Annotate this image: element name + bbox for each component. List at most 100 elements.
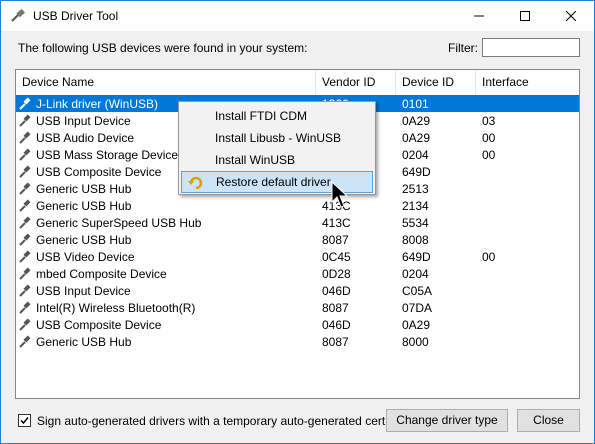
device-name-cell: USB Composite Device [16, 318, 316, 332]
table-row[interactable]: USB Input Device 046D C05A [16, 282, 579, 299]
column-interface[interactable]: Interface [476, 70, 576, 94]
device-id-cell: 5534 [402, 215, 429, 230]
usb-plug-icon [19, 216, 31, 229]
filter-input[interactable] [482, 38, 580, 57]
minimize-button[interactable] [456, 1, 502, 31]
device-name-cell: Generic USB Hub [16, 335, 316, 349]
list-header: Device Name Vendor ID Device ID Interfac… [16, 70, 579, 94]
device-name: Generic USB Hub [36, 181, 132, 196]
device-name-cell: Generic USB Hub [16, 199, 316, 213]
main-window: USB Driver Tool The following USB device… [0, 0, 595, 444]
device-name-cell: Intel(R) Wireless Bluetooth(R) [16, 301, 316, 315]
title-bar[interactable]: USB Driver Tool [1, 1, 594, 31]
mouse-cursor-icon [331, 181, 349, 208]
device-id-cell: 649D [402, 249, 431, 264]
device-name: Generic USB Hub [36, 232, 132, 247]
table-row[interactable]: Generic USB Hub 8087 8000 [16, 333, 579, 350]
table-row[interactable]: USB Composite Device 046D 0A29 [16, 316, 579, 333]
usb-plug-icon [19, 233, 31, 246]
usb-plug-icon [19, 267, 31, 280]
table-row[interactable]: mbed Composite Device 0D28 0204 [16, 265, 579, 282]
device-name: USB Composite Device [36, 164, 162, 179]
vendor-id-cell: 413C [322, 215, 351, 230]
filter-label: Filter: [448, 41, 478, 55]
vendor-id-cell: 413C [322, 198, 351, 213]
usb-plug-icon [19, 131, 31, 144]
usb-plug-icon [19, 165, 31, 178]
undo-icon [188, 176, 203, 189]
usb-plug-icon [19, 301, 31, 314]
device-name-cell: USB Video Device [16, 250, 316, 264]
sign-drivers-label[interactable]: Sign auto-generated drivers with a tempo… [37, 414, 417, 428]
change-driver-type-button[interactable]: Change driver type [386, 409, 508, 432]
menu-item-install-libusb-winusb[interactable]: Install Libusb - WinUSB [181, 127, 373, 149]
table-row[interactable]: Generic USB Hub 8087 8008 [16, 231, 579, 248]
device-id-cell: 0A29 [402, 130, 431, 145]
device-id-cell: 0101 [402, 96, 429, 111]
device-name: Generic USB Hub [36, 334, 132, 349]
vendor-id-cell: 0C45 [322, 249, 351, 264]
device-id-cell: 8008 [402, 232, 429, 247]
device-name: USB Video Device [36, 249, 135, 264]
column-device-id[interactable]: Device ID [396, 70, 476, 94]
menu-item-label: Install WinUSB [215, 153, 296, 167]
table-row[interactable]: Generic SuperSpeed USB Hub 413C 5534 [16, 214, 579, 231]
minimize-icon [474, 15, 484, 17]
usb-plug-icon [19, 97, 31, 110]
menu-item-label: Install FTDI CDM [215, 109, 308, 123]
device-id-cell: 649D [402, 164, 431, 179]
column-vendor-id[interactable]: Vendor ID [316, 70, 396, 94]
device-id-cell: C05A [402, 283, 433, 298]
menu-item-install-winusb[interactable]: Install WinUSB [181, 149, 373, 171]
device-id-cell: 2134 [402, 198, 429, 213]
table-row[interactable]: USB Video Device 0C45 649D 00 [16, 248, 579, 265]
device-name: USB Input Device [36, 113, 131, 128]
device-name-cell: mbed Composite Device [16, 267, 316, 281]
usb-plug-icon [19, 318, 31, 331]
device-name-cell: USB Input Device [16, 284, 316, 298]
device-name: USB Mass Storage Device [36, 147, 179, 162]
device-name: mbed Composite Device [36, 266, 167, 281]
vendor-id-cell: 046D [322, 283, 351, 298]
device-id-cell: 8000 [402, 334, 429, 349]
menu-item-label: Install Libusb - WinUSB [215, 131, 342, 145]
usb-plug-icon [19, 148, 31, 161]
device-name-cell: Generic SuperSpeed USB Hub [16, 216, 316, 230]
usb-plug-icon [19, 199, 31, 212]
menu-item-label: Restore default driver [216, 175, 331, 189]
menu-item-install-ftdi-cdm[interactable]: Install FTDI CDM [181, 105, 373, 127]
close-window-button[interactable] [548, 1, 594, 31]
usb-plug-icon [19, 182, 31, 195]
usb-plug-icon [19, 335, 31, 348]
sign-drivers-checkbox[interactable] [18, 414, 31, 427]
device-id-cell: 2513 [402, 181, 429, 196]
device-name: J-Link driver (WinUSB) [36, 96, 159, 111]
usb-plug-icon [11, 9, 25, 22]
usb-plug-icon [19, 114, 31, 127]
device-name: Generic USB Hub [36, 198, 132, 213]
device-name: USB Input Device [36, 283, 131, 298]
interface-cell: 00 [482, 249, 496, 264]
device-name: USB Audio Device [36, 130, 135, 145]
vendor-id-cell: 0D28 [322, 266, 351, 281]
usb-plug-icon [19, 284, 31, 297]
close-button[interactable]: Close [517, 409, 580, 432]
close-icon [566, 11, 576, 21]
window-title: USB Driver Tool [33, 9, 119, 23]
interface-cell: 00 [482, 130, 496, 145]
column-device-name[interactable]: Device Name [16, 70, 316, 94]
vendor-id-cell: 8087 [322, 334, 349, 349]
device-name: Intel(R) Wireless Bluetooth(R) [36, 300, 196, 315]
device-id-cell: 0204 [402, 266, 429, 281]
maximize-icon [520, 11, 530, 21]
maximize-button[interactable] [502, 1, 548, 31]
device-name: Generic SuperSpeed USB Hub [36, 215, 202, 230]
device-id-cell: 07DA [402, 300, 433, 315]
usb-plug-icon [19, 250, 31, 263]
table-row[interactable]: Intel(R) Wireless Bluetooth(R) 8087 07DA [16, 299, 579, 316]
devices-found-label: The following USB devices were found in … [18, 41, 308, 55]
checkmark-icon [20, 417, 29, 425]
table-row[interactable]: Generic USB Hub 413C 2134 [16, 197, 579, 214]
vendor-id-cell: 046D [322, 317, 351, 332]
device-id-cell: 0A29 [402, 317, 431, 332]
